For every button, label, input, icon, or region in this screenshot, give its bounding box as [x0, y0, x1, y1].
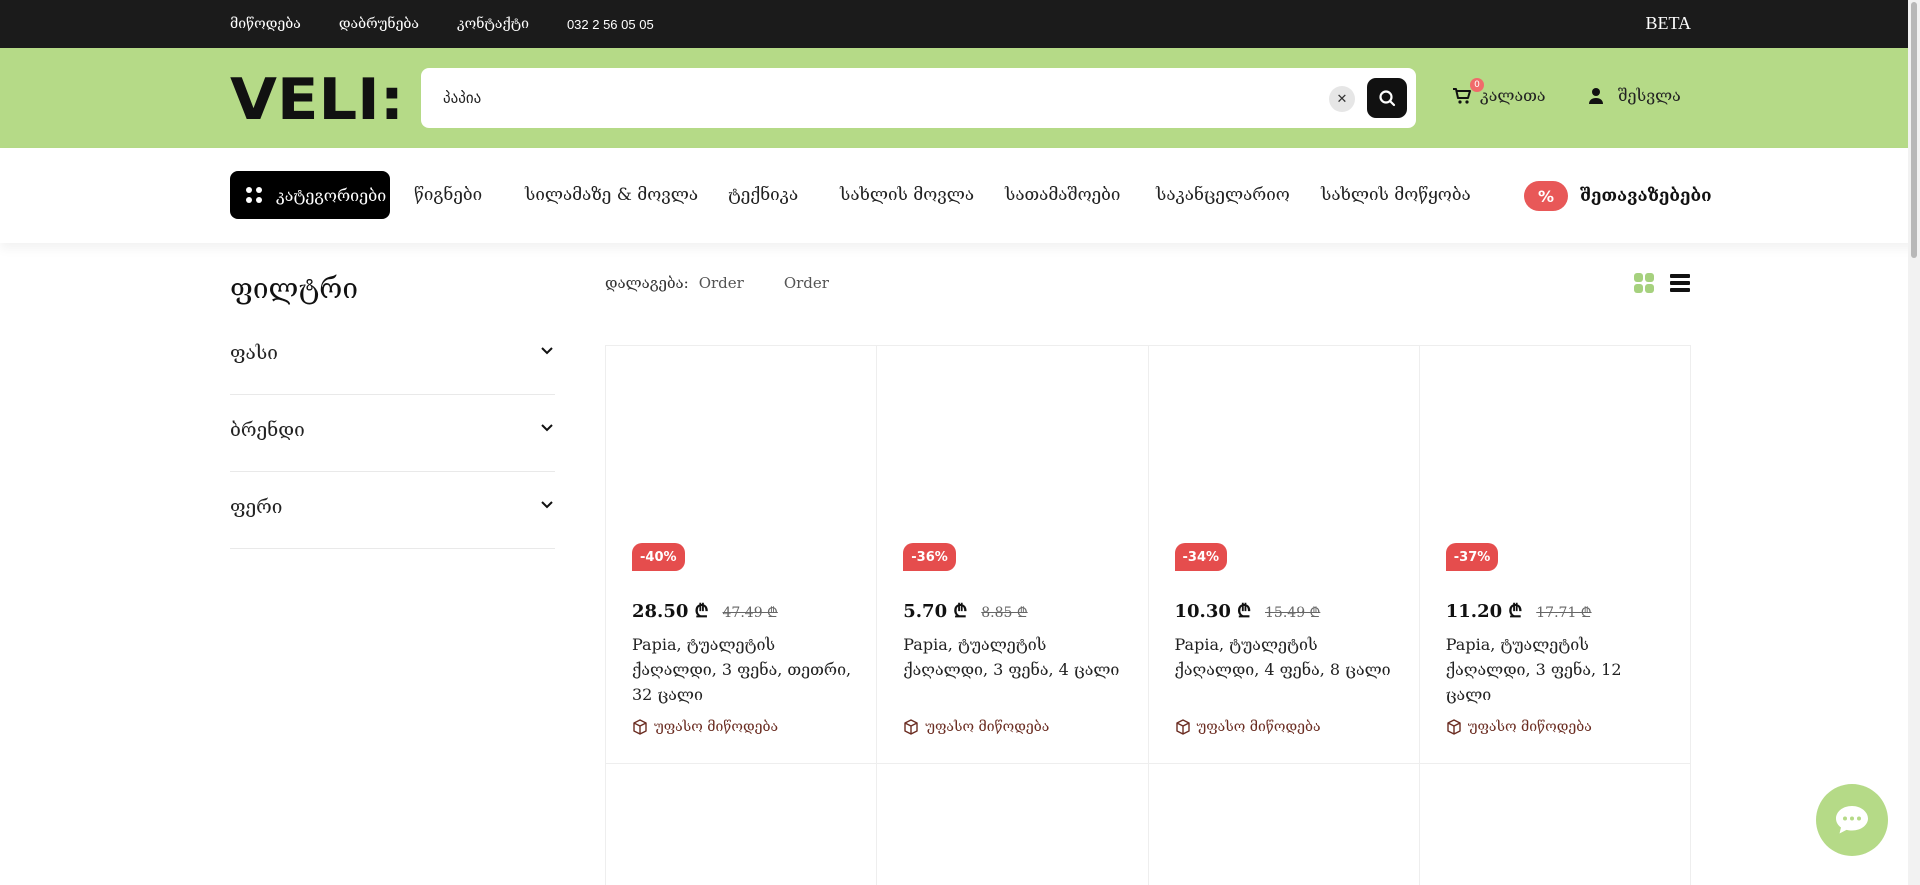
shipping-label: უფასო მიწოდება	[925, 719, 1050, 735]
free-shipping: უფასო მიწოდება	[1446, 719, 1592, 735]
product-card[interactable]: -36% 5.70 ₾ 8.85 ₾ Papia, ტუალეტის ქაღალ…	[877, 346, 1149, 764]
shipping-label: უფასო მიწოდება	[1196, 719, 1321, 735]
page-scrollbar[interactable]	[1908, 0, 1920, 885]
chevron-down-icon	[541, 501, 553, 509]
discount-badge: -36%	[903, 543, 956, 571]
cart-icon	[1453, 87, 1471, 104]
nav-item-beauty[interactable]: სილამაზე & მოვლა	[525, 185, 698, 205]
filter-price[interactable]: ფასი	[230, 318, 555, 395]
scrollbar-thumb[interactable]	[1911, 2, 1917, 258]
current-price: 10.30 ₾	[1174, 601, 1252, 622]
chevron-down-icon	[541, 424, 553, 432]
product-name[interactable]: Papia, ტუალეტის ქაღალდი, 3 ფენა, 12 ცალი	[1446, 632, 1671, 707]
top-bar: მიწოდება დაბრუნება კონტაქტი 032 2 56 05 …	[0, 0, 1920, 48]
product-card[interactable]: -40% 28.50 ₾ 47.49 ₾ Papia, ტუალეტის ქაღ…	[606, 346, 878, 764]
product-card-placeholder[interactable]	[606, 764, 878, 885]
filter-label: ბრენდი	[230, 419, 305, 441]
nav-item-books[interactable]: წიგნები	[414, 185, 482, 205]
filter-label: ფერი	[230, 496, 283, 518]
nav-item-toys[interactable]: სათამაშოები	[1005, 185, 1120, 205]
beta-label: BETA	[1645, 13, 1691, 33]
search-icon	[1379, 90, 1396, 107]
clear-search-button[interactable]: ✕	[1329, 86, 1355, 112]
discount-badge: -34%	[1174, 543, 1228, 571]
box-icon	[633, 719, 647, 735]
current-price: 11.20 ₾	[1445, 601, 1523, 622]
filter-title: ფილტრი	[230, 272, 359, 305]
promo-label: შეთავაზებები	[1580, 186, 1712, 206]
sort-bar: დალაგება: Order Order	[605, 274, 829, 292]
list-view-icon[interactable]	[1670, 274, 1690, 292]
sort-option[interactable]: Order	[699, 274, 744, 292]
price-block: 5.70 ₾ 8.85 ₾	[903, 599, 1027, 623]
sort-label: დალაგება:	[605, 274, 689, 292]
box-icon	[904, 719, 918, 735]
free-shipping: უფასო მიწოდება	[632, 719, 778, 735]
old-price: 15.49 ₾	[1265, 605, 1321, 621]
nav-item-home-care[interactable]: სახლის მოვლა	[840, 185, 974, 205]
promo-link[interactable]: % შეთავაზებები	[1524, 181, 1712, 211]
filter-color[interactable]: ფერი	[230, 472, 555, 549]
product-card-placeholder[interactable]	[877, 764, 1149, 885]
cart-count-badge: 0	[1470, 78, 1484, 92]
logo[interactable]: VELI:	[230, 72, 406, 124]
free-shipping: უფასო მიწოდება	[1175, 719, 1321, 735]
login-label: შესვლა	[1618, 86, 1681, 105]
product-card-placeholder[interactable]	[1420, 764, 1691, 885]
old-price: 17.71 ₾	[1536, 605, 1592, 621]
chat-icon	[1836, 806, 1868, 834]
cart-button[interactable]: 0 კალათა	[1452, 78, 1546, 105]
close-icon: ✕	[1336, 91, 1348, 107]
category-nav: კატეგორიები წიგნები სილამაზე & მოვლა ტექ…	[0, 148, 1920, 243]
grid-dots-icon	[246, 187, 262, 203]
product-card[interactable]: -37% 11.20 ₾ 17.71 ₾ Papia, ტუალეტის ქაღ…	[1419, 346, 1691, 764]
search-bar: ✕	[421, 68, 1416, 128]
product-grid: -40% 28.50 ₾ 47.49 ₾ Papia, ტუალეტის ქაღ…	[605, 345, 1691, 885]
categories-label: კატეგორიები	[276, 185, 387, 205]
old-price: 8.85 ₾	[981, 605, 1028, 621]
grid-view-icon[interactable]	[1634, 273, 1654, 293]
search-button[interactable]	[1367, 78, 1407, 118]
chat-button[interactable]	[1816, 784, 1888, 856]
top-link-delivery[interactable]: მიწოდება	[230, 16, 301, 32]
user-icon	[1589, 87, 1603, 104]
cart-label: კალათა	[1480, 86, 1546, 105]
top-link-contact[interactable]: კონტაქტი	[457, 16, 529, 32]
categories-button[interactable]: კატეგორიები	[230, 171, 390, 219]
nav-item-stationery[interactable]: საკანცელარიო	[1156, 185, 1290, 205]
percent-badge: %	[1524, 181, 1568, 211]
sort-option[interactable]: Order	[784, 274, 829, 292]
current-price: 28.50 ₾	[632, 601, 709, 622]
product-name[interactable]: Papia, ტუალეტის ქაღალდი, 3 ფენა, 4 ცალი	[903, 632, 1128, 682]
top-link-returns[interactable]: დაბრუნება	[339, 16, 419, 32]
filter-label: ფასი	[230, 342, 278, 364]
product-name[interactable]: Papia, ტუალეტის ქაღალდი, 3 ფენა, თეთრი, …	[632, 632, 857, 707]
old-price: 47.49 ₾	[722, 605, 778, 621]
top-links: მიწოდება დაბრუნება კონტაქტი 032 2 56 05 …	[230, 0, 692, 48]
price-block: 11.20 ₾ 17.71 ₾	[1446, 599, 1592, 623]
discount-badge: -40%	[632, 543, 685, 571]
filter-brand[interactable]: ბრენდი	[230, 395, 555, 472]
nav-item-tech[interactable]: ტექნიკა	[728, 185, 798, 205]
box-icon	[1447, 719, 1461, 735]
search-input[interactable]	[443, 84, 1323, 112]
shipping-label: უფასო მიწოდება	[654, 719, 779, 735]
logo-text: VELI:	[230, 72, 404, 124]
product-card[interactable]: -34% 10.30 ₾ 15.49 ₾ Papia, ტუალეტის ქაღ…	[1148, 346, 1420, 764]
shipping-label: უფასო მიწოდება	[1467, 719, 1592, 735]
current-price: 5.70 ₾	[903, 601, 968, 622]
header: VELI: ✕ 0 კალათა შესვლა	[0, 48, 1920, 148]
price-block: 10.30 ₾ 15.49 ₾	[1175, 599, 1321, 623]
free-shipping: უფასო მიწოდება	[903, 719, 1049, 735]
discount-badge: -37%	[1445, 543, 1499, 571]
price-block: 28.50 ₾ 47.49 ₾	[632, 599, 778, 623]
nav-item-home-decor[interactable]: სახლის მოწყობა	[1321, 185, 1471, 205]
chevron-down-icon	[541, 347, 553, 355]
product-card-placeholder[interactable]	[1149, 764, 1420, 885]
login-button[interactable]: შესვლა	[1588, 86, 1681, 105]
box-icon	[1175, 719, 1190, 735]
top-phone[interactable]: 032 2 56 05 05	[567, 17, 654, 32]
product-name[interactable]: Papia, ტუალეტის ქაღალდი, 4 ფენა, 8 ცალი	[1175, 632, 1400, 682]
